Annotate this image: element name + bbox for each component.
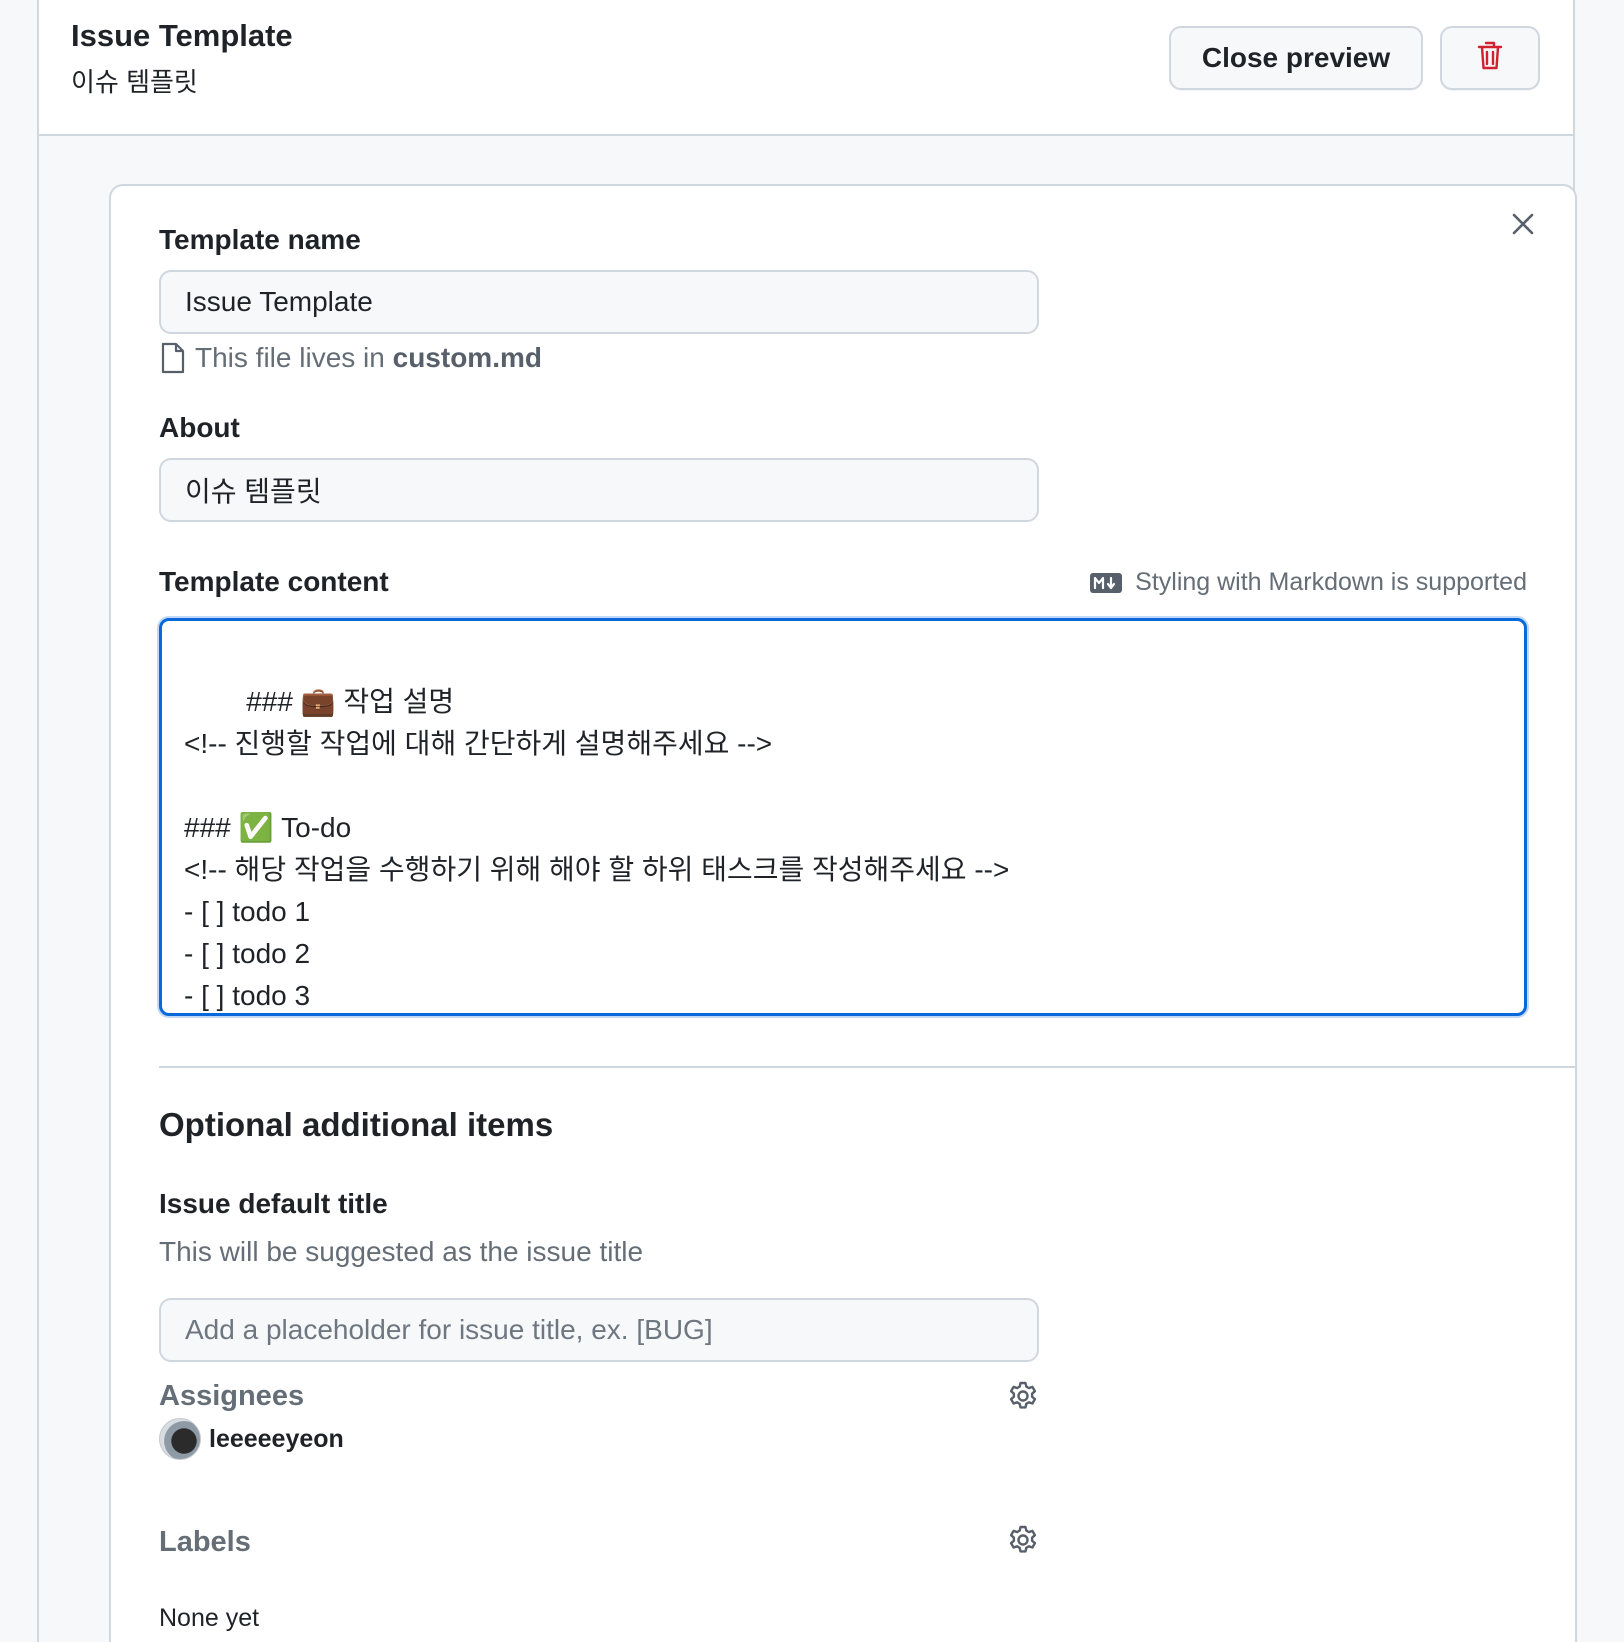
assignee-item[interactable]: leeeeeyeon — [159, 1418, 344, 1460]
issue-default-title-input[interactable]: Add a placeholder for issue title, ex. [… — [159, 1298, 1039, 1362]
markdown-icon — [1089, 572, 1123, 594]
template-header: Issue Template 이슈 템플릿 Close preview — [39, 0, 1573, 136]
trash-icon — [1477, 41, 1503, 76]
template-form-card: Template name Issue Template This file l… — [109, 184, 1577, 1642]
template-content-text: ### 💼 작업 설명 <!-- 진행할 작업에 대해 간단하게 설명해주세요 … — [184, 686, 1010, 1011]
assignee-name: leeeeeyeon — [209, 1424, 344, 1453]
markdown-hint-text: Styling with Markdown is supported — [1135, 568, 1527, 596]
template-editor-panel: Issue Template 이슈 템플릿 Close preview Temp… — [37, 0, 1577, 1642]
close-preview-button[interactable]: Close preview — [1169, 26, 1423, 90]
assignees-label[interactable]: Assignees — [159, 1380, 304, 1413]
issue-default-title-label: Issue default title — [159, 1188, 388, 1219]
assignees-gear-icon[interactable] — [1007, 1380, 1039, 1412]
divider — [159, 1066, 1577, 1068]
optional-items-title: Optional additional items — [159, 1106, 554, 1143]
avatar — [159, 1418, 201, 1460]
labels-empty-text: None yet — [159, 1604, 260, 1632]
template-title: Issue Template — [71, 18, 293, 53]
file-location-hint: This file lives in custom.md — [159, 342, 542, 374]
file-name: custom.md — [392, 342, 542, 373]
template-subtitle: 이슈 템플릿 — [71, 67, 198, 97]
markdown-hint[interactable]: Styling with Markdown is supported — [1089, 568, 1527, 597]
labels-gear-icon[interactable] — [1007, 1524, 1039, 1556]
about-input[interactable]: 이슈 템플릿 — [159, 458, 1039, 522]
delete-template-button[interactable] — [1440, 26, 1540, 90]
template-content-textarea[interactable]: ### 💼 작업 설명 <!-- 진행할 작업에 대해 간단하게 설명해주세요 … — [159, 618, 1527, 1016]
template-content-label: Template content — [159, 566, 389, 597]
about-label: About — [159, 412, 240, 443]
labels-label[interactable]: Labels — [159, 1526, 251, 1559]
page: Issue Template 이슈 템플릿 Close preview Temp… — [0, 0, 1624, 1642]
resize-handle-icon[interactable] — [1506, 995, 1520, 1009]
template-name-input[interactable]: Issue Template — [159, 270, 1039, 334]
file-icon — [159, 342, 187, 374]
file-hint-prefix: This file lives in — [195, 342, 393, 373]
close-icon[interactable] — [1509, 210, 1537, 238]
issue-default-title-description: This will be suggested as the issue titl… — [159, 1236, 644, 1267]
template-name-label: Template name — [159, 224, 361, 255]
